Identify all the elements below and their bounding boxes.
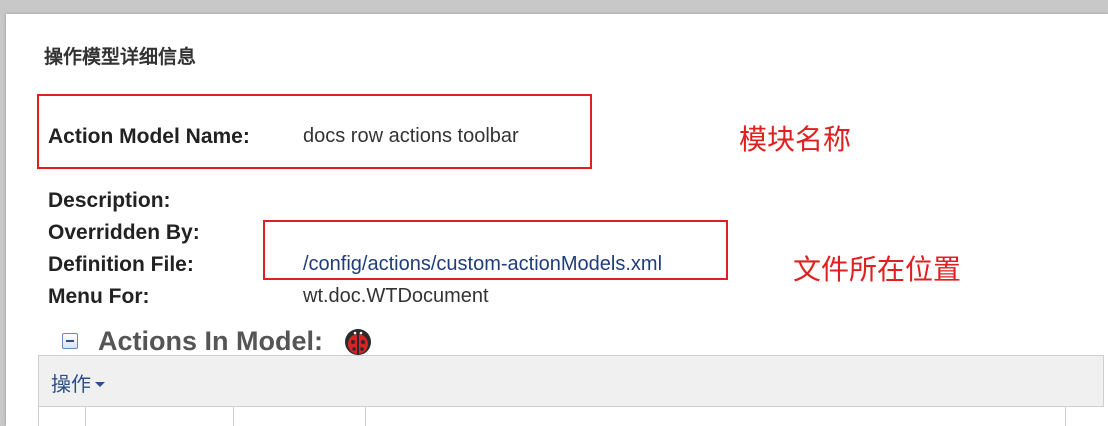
annotation-module-name: 模块名称 — [739, 123, 852, 156]
column-separator[interactable] — [85, 407, 86, 426]
action-model-name-label: Action Model Name: — [48, 125, 250, 148]
table-header-row — [38, 407, 1104, 426]
caret-down-icon — [95, 382, 105, 387]
column-separator[interactable] — [233, 407, 234, 426]
column-separator[interactable] — [365, 407, 366, 426]
menu-for-label: Menu For: — [48, 285, 150, 308]
panel-title: 操作模型详细信息 — [44, 46, 197, 68]
actions-menu-button[interactable]: 操作 — [51, 368, 105, 397]
ladybug-icon[interactable] — [343, 326, 373, 356]
definition-file-label: Definition File: — [48, 253, 194, 276]
actions-section-title: Actions In Model: — [98, 325, 323, 356]
action-model-name-value: docs row actions toolbar — [303, 125, 519, 147]
menu-for-value: wt.doc.WTDocument — [303, 285, 489, 307]
column-separator[interactable] — [1065, 407, 1066, 426]
definition-file-link[interactable]: /config/actions/custom-actionModels.xml — [303, 253, 662, 276]
overridden-by-label: Overridden By: — [48, 221, 200, 244]
description-label: Description: — [48, 189, 171, 212]
actions-section-header: Actions In Model: — [62, 326, 373, 356]
actions-menu-label: 操作 — [51, 372, 91, 396]
table-toolbar: 操作 — [38, 355, 1104, 407]
annotation-file-location: 文件所在位置 — [793, 253, 962, 286]
collapse-icon[interactable] — [62, 333, 78, 349]
